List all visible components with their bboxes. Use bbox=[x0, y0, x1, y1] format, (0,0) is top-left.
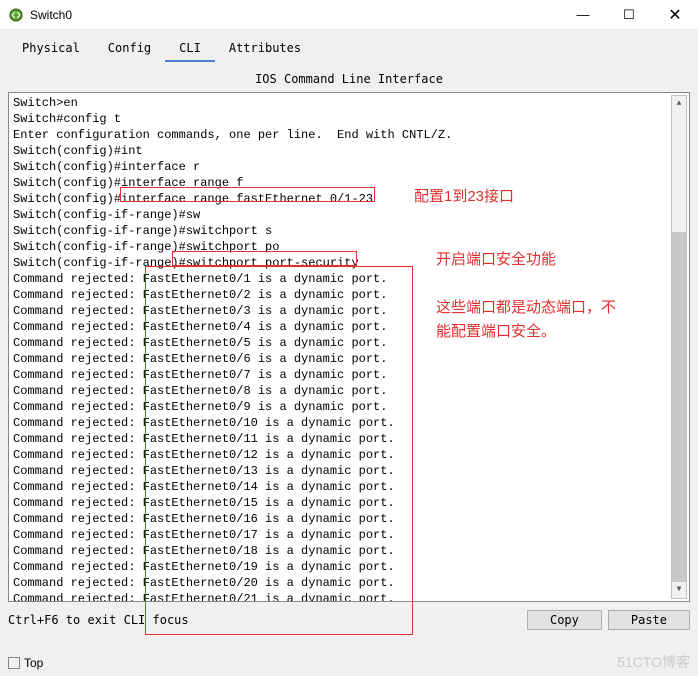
tab-physical[interactable]: Physical bbox=[8, 38, 94, 62]
terminal-line: Command rejected: FastEthernet0/9 is a d… bbox=[13, 399, 685, 415]
tab-cli[interactable]: CLI bbox=[165, 38, 215, 62]
terminal-line: Command rejected: FastEthernet0/4 is a d… bbox=[13, 319, 685, 335]
tab-attributes[interactable]: Attributes bbox=[215, 38, 315, 62]
terminal-line: Switch#config t bbox=[13, 111, 685, 127]
scroll-down-icon[interactable]: ▼ bbox=[672, 582, 686, 598]
terminal-line: Command rejected: FastEthernet0/21 is a … bbox=[13, 591, 685, 602]
terminal-scrollbar[interactable]: ▲ ▼ bbox=[671, 95, 687, 599]
terminal-line: Command rejected: FastEthernet0/14 is a … bbox=[13, 479, 685, 495]
terminal-line: Enter configuration commands, one per li… bbox=[13, 127, 685, 143]
cli-terminal[interactable]: Switch>enSwitch#config tEnter configurat… bbox=[8, 92, 690, 602]
scroll-up-icon[interactable]: ▲ bbox=[672, 96, 686, 112]
terminal-line: Command rejected: FastEthernet0/11 is a … bbox=[13, 431, 685, 447]
terminal-line: Command rejected: FastEthernet0/13 is a … bbox=[13, 463, 685, 479]
terminal-line: Switch(config-if-range)#switchport po bbox=[13, 239, 685, 255]
terminal-line: Command rejected: FastEthernet0/12 is a … bbox=[13, 447, 685, 463]
terminal-line: Switch(config)#int bbox=[13, 143, 685, 159]
cli-footer: Ctrl+F6 to exit CLI focus Copy Paste bbox=[8, 610, 690, 630]
copy-button[interactable]: Copy bbox=[527, 610, 602, 630]
terminal-line: Command rejected: FastEthernet0/8 is a d… bbox=[13, 383, 685, 399]
annotation-text-3a: 这些端口都是动态端口，不 bbox=[436, 296, 616, 317]
terminal-line: Switch>en bbox=[13, 95, 685, 111]
maximize-button[interactable]: ☐ bbox=[606, 0, 652, 30]
terminal-line: Switch(config)#interface range fastEther… bbox=[13, 191, 685, 207]
terminal-line: Command rejected: FastEthernet0/1 is a d… bbox=[13, 271, 685, 287]
tab-config[interactable]: Config bbox=[94, 38, 165, 62]
cli-title: IOS Command Line Interface bbox=[8, 72, 690, 86]
terminal-line: Command rejected: FastEthernet0/16 is a … bbox=[13, 511, 685, 527]
terminal-line: Command rejected: FastEthernet0/15 is a … bbox=[13, 495, 685, 511]
tab-bar: Physical Config CLI Attributes bbox=[8, 38, 690, 62]
terminal-line: Switch(config)#interface r bbox=[13, 159, 685, 175]
terminal-line: Command rejected: FastEthernet0/5 is a d… bbox=[13, 335, 685, 351]
terminal-line: Switch(config-if-range)#switchport port-… bbox=[13, 255, 685, 271]
terminal-line: Command rejected: FastEthernet0/17 is a … bbox=[13, 527, 685, 543]
scroll-track[interactable] bbox=[672, 112, 686, 582]
annotation-text-2: 开启端口安全功能 bbox=[436, 248, 556, 269]
top-checkbox-label: Top bbox=[24, 656, 43, 670]
watermark: 51CTO博客 bbox=[617, 652, 690, 672]
annotation-text-1: 配置1到23接口 bbox=[414, 185, 514, 206]
close-button[interactable]: ✕ bbox=[652, 0, 698, 30]
terminal-line: Command rejected: FastEthernet0/20 is a … bbox=[13, 575, 685, 591]
terminal-line: Command rejected: FastEthernet0/10 is a … bbox=[13, 415, 685, 431]
terminal-line: Command rejected: FastEthernet0/18 is a … bbox=[13, 543, 685, 559]
app-icon bbox=[8, 7, 24, 23]
annotation-text-3b: 能配置端口安全。 bbox=[436, 320, 556, 341]
terminal-line: Switch(config-if-range)#switchport s bbox=[13, 223, 685, 239]
top-checkbox-row: Top bbox=[8, 656, 43, 670]
terminal-line: Switch(config)#interface range f bbox=[13, 175, 685, 191]
terminal-line: Command rejected: FastEthernet0/19 is a … bbox=[13, 559, 685, 575]
scroll-thumb[interactable] bbox=[672, 232, 686, 582]
app-body: Physical Config CLI Attributes IOS Comma… bbox=[0, 30, 698, 676]
terminal-line: Switch(config-if-range)#sw bbox=[13, 207, 685, 223]
minimize-button[interactable]: — bbox=[560, 0, 606, 30]
paste-button[interactable]: Paste bbox=[608, 610, 690, 630]
top-checkbox[interactable] bbox=[8, 657, 20, 669]
window-title: Switch0 bbox=[30, 8, 560, 22]
terminal-line: Command rejected: FastEthernet0/7 is a d… bbox=[13, 367, 685, 383]
focus-hint: Ctrl+F6 to exit CLI focus bbox=[8, 613, 521, 627]
window-titlebar: Switch0 — ☐ ✕ bbox=[0, 0, 698, 30]
terminal-line: Command rejected: FastEthernet0/6 is a d… bbox=[13, 351, 685, 367]
